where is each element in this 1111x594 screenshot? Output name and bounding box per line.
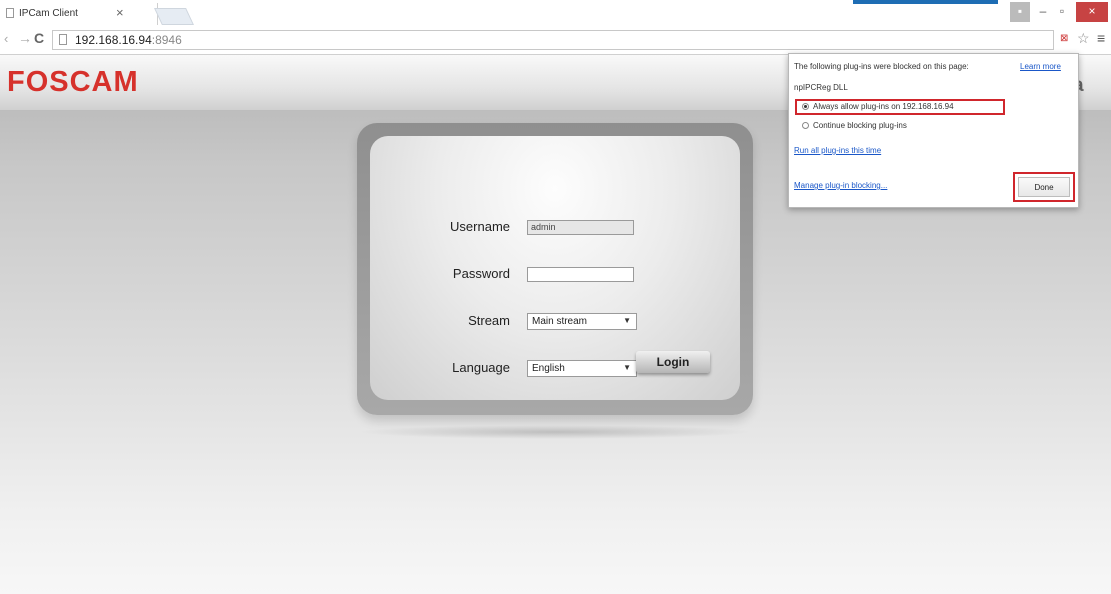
menu-icon[interactable]: ≡ (1097, 30, 1105, 46)
done-button-highlight: Done (1013, 172, 1075, 202)
username-input[interactable]: admin (527, 220, 634, 235)
login-card-reflection (357, 425, 753, 439)
language-select[interactable]: English ▼ (527, 360, 637, 377)
bookmark-star-icon[interactable]: ☆ (1077, 30, 1090, 47)
foscam-logo: FOSCAM (7, 66, 139, 98)
url-port: :8946 (151, 33, 182, 47)
reload-icon[interactable]: C (34, 30, 44, 46)
username-label: Username (450, 219, 510, 234)
allow-plugins-label[interactable]: Always allow plug-ins on 192.168.16.94 (813, 102, 954, 111)
stream-label: Stream (468, 313, 510, 328)
new-tab-button[interactable] (154, 8, 194, 25)
browser-toolbar: ‹ → C 192.168.16.94:8946 ⊠ ☆ ≡ (0, 28, 1111, 55)
language-label: Language (452, 360, 510, 375)
user-icon[interactable]: ▪ (1010, 2, 1030, 22)
blocked-plugin-name: npIPCReg DLL (794, 83, 848, 92)
continue-blocking-label[interactable]: Continue blocking plug-ins (813, 121, 907, 130)
allow-plugins-radio[interactable] (802, 103, 809, 110)
login-button[interactable]: Login (636, 351, 710, 373)
tab-ipcam-client[interactable]: IPCam Client × (0, 3, 158, 25)
password-label: Password (452, 266, 510, 281)
tab-title: IPCam Client (19, 8, 78, 19)
plugin-blocked-popup: The following plug-ins were blocked on t… (788, 53, 1079, 208)
dropdown-arrow-icon: ▼ (623, 316, 631, 325)
maximize-button[interactable]: ▫ (1052, 2, 1072, 22)
dropdown-arrow-icon: ▼ (623, 363, 631, 372)
back-icon[interactable]: ‹ (4, 31, 8, 46)
continue-blocking-radio[interactable] (802, 122, 809, 129)
forward-icon[interactable]: → (18, 30, 32, 46)
password-input[interactable] (527, 267, 634, 282)
minimize-button[interactable]: – (1034, 2, 1052, 22)
page-icon (59, 34, 67, 45)
address-bar[interactable]: 192.168.16.94:8946 (52, 30, 1054, 50)
language-select-value: English (532, 363, 565, 374)
run-all-plugins-link[interactable]: Run all plug-ins this time (794, 146, 881, 155)
window-accent-bar (853, 0, 998, 4)
url-text: 192.168.16.94:8946 (75, 33, 182, 47)
plugin-blocked-icon[interactable]: ⊠ (1060, 33, 1074, 45)
page-icon (6, 8, 14, 18)
close-window-button[interactable]: × (1076, 2, 1108, 22)
url-host: 192.168.16.94 (75, 33, 152, 47)
learn-more-link[interactable]: Learn more (1020, 62, 1061, 71)
popup-message: The following plug-ins were blocked on t… (794, 62, 969, 71)
manage-plugin-blocking-link[interactable]: Manage plug-in blocking... (794, 181, 887, 190)
done-button[interactable]: Done (1018, 177, 1070, 197)
stream-select-value: Main stream (532, 316, 588, 327)
stream-select[interactable]: Main stream ▼ (527, 313, 637, 330)
tab-close-icon[interactable]: × (116, 5, 124, 20)
